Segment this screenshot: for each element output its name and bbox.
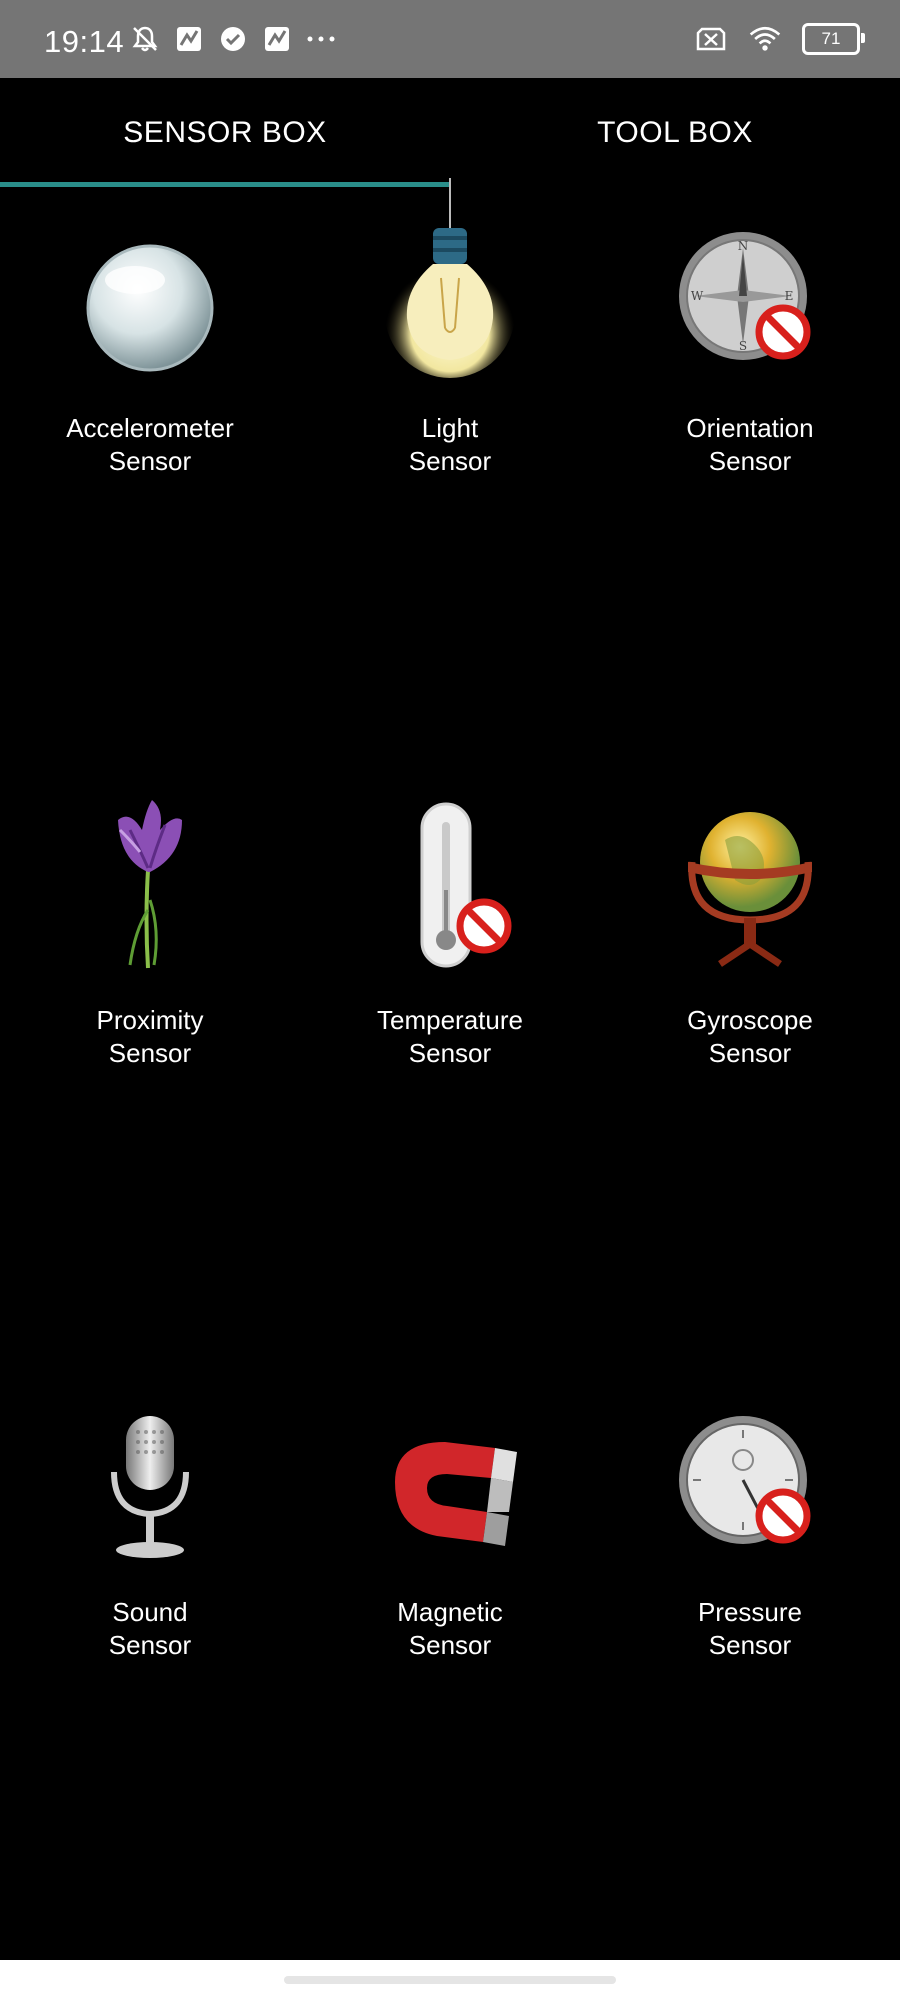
sensor-label: Sound Sensor (108, 1597, 192, 1660)
status-bar: 19:14 71 (0, 0, 900, 78)
light-bulb-icon (370, 178, 530, 378)
unavailable-icon (456, 898, 512, 954)
microphone-icon (70, 1392, 230, 1562)
sensor-tile-magnetic[interactable]: Magnetic Sensor (300, 1392, 600, 1662)
sensor-tile-proximity[interactable]: Proximity Sensor (0, 800, 300, 1070)
sensor-tile-orientation[interactable]: N S W E Orientation Sensor (600, 208, 900, 478)
battery-level: 71 (821, 29, 841, 48)
battery-icon: 71 (802, 23, 865, 55)
more-dots-icon (304, 22, 338, 56)
sensor-label: Temperature Sensor (377, 1005, 523, 1068)
notification-icons (128, 22, 338, 56)
sensor-label: Light Sensor (408, 413, 492, 476)
thermometer-icon (370, 800, 530, 970)
app-icon (172, 22, 206, 56)
bell-off-icon (128, 22, 162, 56)
sensor-label: Orientation Sensor (686, 413, 814, 476)
svg-text:W: W (691, 289, 704, 303)
crocus-flower-icon (70, 800, 230, 970)
tab-tool-box[interactable]: TOOL BOX (450, 78, 900, 188)
sensor-tile-pressure[interactable]: Pressure Sensor (600, 1392, 900, 1662)
check-circle-icon (216, 22, 250, 56)
glass-ball-icon (70, 208, 230, 378)
barometer-icon (670, 1392, 830, 1562)
sensor-tile-accelerometer[interactable]: Accelerometer Sensor (0, 208, 300, 478)
no-sim-icon (694, 22, 728, 56)
app-icon (260, 22, 294, 56)
svg-text:N: N (738, 239, 749, 253)
svg-text:E: E (785, 289, 794, 303)
sensor-tile-gyroscope[interactable]: Gyroscope Sensor (600, 800, 900, 1070)
sensor-label: Gyroscope Sensor (687, 1005, 813, 1068)
tab-bar: SENSOR BOX TOOL BOX (0, 78, 900, 188)
wifi-icon (748, 22, 782, 56)
globe-icon (670, 800, 830, 970)
sensor-label: Pressure Sensor (697, 1597, 803, 1660)
compass-icon: N S W E (670, 208, 830, 378)
sensor-tile-sound[interactable]: Sound Sensor (0, 1392, 300, 1662)
sensor-tile-light[interactable]: Light Sensor (300, 178, 600, 478)
sensor-label: Accelerometer Sensor (66, 413, 234, 476)
magnet-icon (370, 1392, 530, 1562)
sensor-label: Magnetic Sensor (397, 1597, 503, 1660)
unavailable-icon (755, 304, 811, 360)
sensor-label: Proximity Sensor (96, 1005, 204, 1068)
unavailable-icon (755, 1488, 811, 1544)
sensor-tile-temperature[interactable]: Temperature Sensor (300, 800, 600, 1070)
tab-sensor-box[interactable]: SENSOR BOX (0, 78, 450, 188)
home-indicator[interactable] (284, 1976, 616, 1984)
status-time: 19:14 (44, 24, 125, 59)
system-icons: 71 (694, 22, 865, 56)
svg-text:S: S (739, 339, 747, 353)
